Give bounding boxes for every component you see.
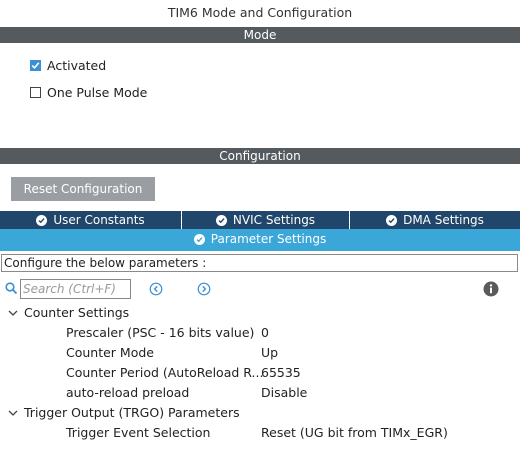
configuration-section-header: Configuration: [0, 148, 520, 164]
active-tab-underline: [0, 249, 520, 251]
group-title: Counter Settings: [24, 305, 130, 320]
param-value[interactable]: 65535: [261, 363, 301, 383]
param-label: Trigger Event Selection: [66, 425, 211, 440]
param-value[interactable]: 0: [261, 323, 269, 343]
chevron-down-icon: [8, 310, 18, 316]
checkmark-icon: [31, 61, 40, 69]
group-counter-settings[interactable]: Counter Settings: [0, 303, 520, 323]
search-input[interactable]: [20, 279, 131, 299]
tab-label: DMA Settings: [403, 213, 484, 227]
param-row[interactable]: Prescaler (PSC - 16 bits value) 0: [0, 323, 520, 343]
check-circle-icon: [193, 233, 205, 245]
param-label: Prescaler (PSC - 16 bits value): [66, 325, 255, 340]
check-circle-icon: [36, 214, 48, 226]
param-row[interactable]: Counter Period (AutoReload R... 65535: [0, 363, 520, 383]
activated-label: Activated: [47, 57, 107, 73]
param-row[interactable]: Trigger Event Selection Reset (UG bit fr…: [0, 423, 520, 443]
param-label: Counter Mode: [66, 345, 154, 360]
param-value[interactable]: Disable: [261, 383, 307, 403]
one-pulse-checkbox[interactable]: [30, 86, 41, 98]
tab-user-constants[interactable]: User Constants: [0, 211, 181, 229]
param-row[interactable]: Counter Mode Up: [0, 343, 520, 363]
activated-checkbox[interactable]: [30, 59, 41, 71]
search-icon: [5, 282, 18, 295]
tab-label: NVIC Settings: [232, 213, 316, 227]
search-previous-icon[interactable]: [149, 282, 163, 296]
mode-section-header: Mode: [0, 27, 520, 43]
param-value[interactable]: Up: [261, 343, 278, 363]
one-pulse-checkbox-row[interactable]: One Pulse Mode: [30, 83, 147, 101]
one-pulse-label: One Pulse Mode: [47, 84, 148, 100]
check-circle-icon: [386, 214, 398, 226]
settings-tab-bar: User Constants NVIC Settings DMA Setting…: [0, 211, 520, 229]
group-trigger-output[interactable]: Trigger Output (TRGO) Parameters: [0, 403, 520, 423]
chevron-down-icon: [8, 410, 18, 416]
param-label: Counter Period (AutoReload R...: [66, 365, 264, 380]
tab-nvic-settings[interactable]: NVIC Settings: [181, 211, 349, 229]
window-title: TIM6 Mode and Configuration: [167, 5, 353, 20]
tab-label: User Constants: [53, 213, 145, 227]
tab-parameter-settings[interactable]: Parameter Settings: [0, 229, 520, 249]
tab-label: Parameter Settings: [210, 232, 327, 246]
configure-info-text: Configure the below parameters :: [1, 254, 518, 272]
info-icon[interactable]: [483, 281, 499, 297]
param-value[interactable]: Reset (UG bit from TIMx_EGR): [261, 423, 448, 443]
activated-checkbox-row[interactable]: Activated: [30, 56, 106, 74]
reset-configuration-button[interactable]: Reset Configuration: [11, 177, 155, 201]
param-row[interactable]: auto-reload preload Disable: [0, 383, 520, 403]
check-circle-icon: [215, 214, 227, 226]
search-next-icon[interactable]: [197, 282, 211, 296]
group-title: Trigger Output (TRGO) Parameters: [24, 405, 240, 420]
tab-dma-settings[interactable]: DMA Settings: [349, 211, 520, 229]
param-label: auto-reload preload: [66, 385, 190, 400]
